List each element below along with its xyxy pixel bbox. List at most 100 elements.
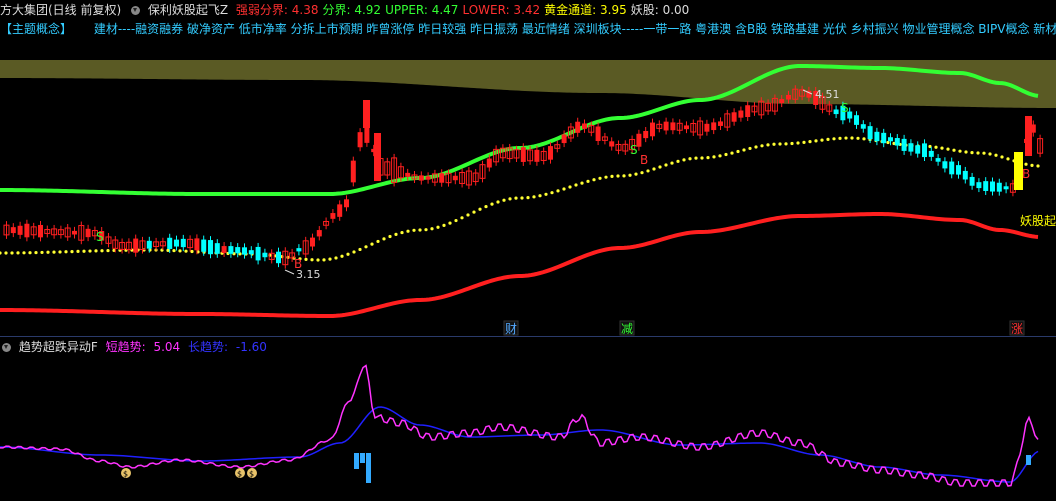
candle-body xyxy=(684,125,689,130)
yellow-dot xyxy=(538,194,542,198)
yellow-dot xyxy=(406,229,410,233)
yellow-dot xyxy=(826,137,830,142)
candle-body xyxy=(779,99,785,104)
candle-body xyxy=(908,143,914,152)
yellow-dot xyxy=(820,138,824,142)
alert-bar xyxy=(1026,455,1031,465)
yellow-dot xyxy=(172,248,176,253)
candle-body xyxy=(888,137,893,142)
candle-body xyxy=(962,170,968,180)
indicator-name[interactable]: 保利妖股起飞Z xyxy=(148,3,228,17)
candle-body xyxy=(72,230,77,235)
candle-body xyxy=(894,138,900,146)
yellow-dot xyxy=(886,140,890,145)
candle-body xyxy=(262,252,268,258)
candle-body xyxy=(337,204,343,217)
yellow-dot xyxy=(616,174,620,178)
candle-body xyxy=(38,224,43,238)
yellow-dot xyxy=(772,142,776,146)
yellow-dot xyxy=(580,181,584,185)
yellow-dot xyxy=(70,249,74,254)
indicator-chart[interactable]: $ $ $ xyxy=(0,355,1056,501)
yellow-dot xyxy=(988,152,992,156)
yellow-dot xyxy=(52,250,56,254)
candle-body xyxy=(711,122,717,131)
bottom-marker-0: 财 xyxy=(505,322,517,336)
yellow-dot xyxy=(328,257,332,261)
yellow-dot xyxy=(682,158,686,162)
candle-body xyxy=(942,161,948,169)
candle-body xyxy=(85,228,91,238)
candle-body xyxy=(643,130,649,139)
candle-body xyxy=(276,251,281,264)
candle-body xyxy=(595,126,601,142)
red-lower-line xyxy=(0,212,1039,319)
candle-body xyxy=(418,175,424,181)
concepts-text: 建材----融资融券 破净资产 低市净率 分拆上市预期 昨曾涨停 昨日较强 昨日… xyxy=(93,22,1056,36)
candle-body xyxy=(738,110,744,118)
yellow-dot xyxy=(544,192,548,196)
yellow-dot xyxy=(712,155,716,159)
indicator-dropdown-icon[interactable] xyxy=(2,343,11,352)
yellow-dot xyxy=(850,136,854,140)
candle-body xyxy=(24,223,30,238)
yellow-dot xyxy=(478,207,482,211)
candle-body xyxy=(745,105,751,118)
alert-bar xyxy=(360,453,365,463)
candlesticks xyxy=(3,85,1044,269)
yellow-dot xyxy=(700,156,704,160)
candle-body xyxy=(174,239,179,247)
candle-body xyxy=(881,132,887,144)
candle-body xyxy=(214,243,220,254)
candle-body xyxy=(235,247,241,254)
candle-body xyxy=(201,239,207,252)
candle-body xyxy=(935,158,941,162)
yellow-dot xyxy=(982,151,986,155)
yellow-dot xyxy=(790,141,794,146)
candle-body xyxy=(228,246,234,254)
money-bag-icon: $ xyxy=(121,468,131,479)
candle-body xyxy=(901,138,907,151)
yellow-dot xyxy=(430,227,434,231)
yellow-dot xyxy=(1000,155,1004,159)
yellow-dot xyxy=(502,198,506,202)
yellow-dot xyxy=(598,176,602,180)
yellow-dot xyxy=(952,148,956,152)
candle-body xyxy=(344,199,349,208)
yellow-dot xyxy=(370,242,374,246)
yellow-dot xyxy=(46,250,50,254)
buy-mark: B xyxy=(1022,167,1030,181)
yellow-dot xyxy=(1036,164,1040,168)
candle-body xyxy=(452,175,458,181)
candle-body xyxy=(860,124,866,129)
yellow-dot xyxy=(778,142,782,146)
candle-body xyxy=(364,125,370,143)
yellow-dot xyxy=(994,153,998,157)
yellow-dot xyxy=(556,189,560,193)
yellow-dot xyxy=(568,185,572,189)
yellow-dot xyxy=(622,174,626,178)
candle-body xyxy=(786,94,791,100)
yellow-dot xyxy=(658,165,662,169)
high-price-label: 4.51 xyxy=(815,88,840,101)
yellow-dot xyxy=(496,200,500,204)
yellow-dot xyxy=(694,156,698,160)
indicator-dropdown-icon[interactable] xyxy=(131,6,141,15)
yellow-dot xyxy=(304,257,308,261)
yellow-dot xyxy=(322,258,326,262)
yellow-dot xyxy=(766,143,770,147)
yellow-dot xyxy=(394,232,398,236)
yellow-dot xyxy=(748,146,752,151)
candle-body xyxy=(363,100,370,128)
concepts-title[interactable]: 【主题概念】 xyxy=(0,22,72,36)
candle-body xyxy=(990,181,995,192)
yellow-dot xyxy=(436,225,440,229)
yellow-dot xyxy=(526,196,530,200)
header-value-1: 分界: 4.92 xyxy=(322,3,382,17)
candle-body xyxy=(330,213,336,219)
sell-mark: S xyxy=(630,143,638,157)
indicator2-name[interactable]: 趋势超跌异动F xyxy=(19,340,98,354)
main-price-chart[interactable]: 3.154.51妖股起SSSBBB财减涨 xyxy=(0,38,1056,336)
long-trend-label: 长趋势: xyxy=(187,340,229,354)
yellow-dot xyxy=(130,248,134,252)
